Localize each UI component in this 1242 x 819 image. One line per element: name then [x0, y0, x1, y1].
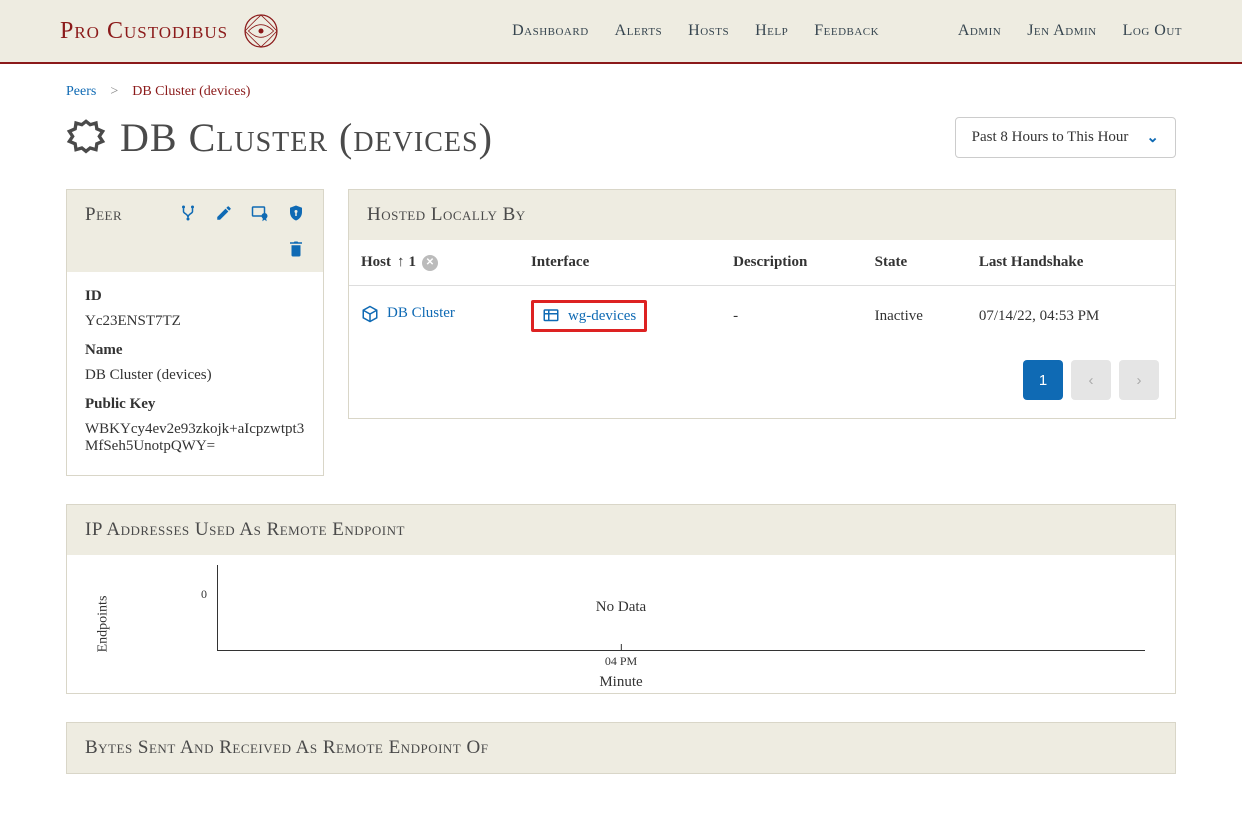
peer-id-label: ID	[85, 288, 305, 305]
nav-admin[interactable]: Admin	[958, 22, 1001, 40]
host-name: DB Cluster	[387, 305, 455, 322]
chart-x-tick: 04 PM	[605, 654, 637, 669]
fork-icon[interactable]	[179, 204, 197, 222]
page-prev-button: ‹	[1071, 360, 1111, 400]
col-interface[interactable]: Interface	[519, 240, 721, 286]
interface-name: wg-devices	[568, 308, 636, 325]
table-row: DB Cluster wg-devices	[349, 286, 1175, 347]
page-next-button: ›	[1119, 360, 1159, 400]
nav-hosts[interactable]: Hosts	[688, 22, 729, 40]
breadcrumb-root[interactable]: Peers	[66, 84, 96, 100]
breadcrumb-current: DB Cluster (devices)	[132, 84, 250, 100]
top-bar: Pro Custodibus Dashboard Alerts Hosts He…	[0, 0, 1242, 64]
hosted-table: Host ↑ 1 ✕ Interface Description State	[349, 240, 1175, 346]
breadcrumb: Peers > DB Cluster (devices)	[66, 84, 1176, 100]
cell-description: -	[721, 286, 862, 347]
col-state[interactable]: State	[863, 240, 967, 286]
host-link[interactable]: DB Cluster	[361, 305, 455, 323]
arrow-up-icon: ↑	[397, 254, 405, 271]
hosted-card: Hosted Locally By Host ↑ 1 ✕	[348, 189, 1176, 419]
pagination: 1 ‹ ›	[349, 346, 1175, 418]
nav-feedback[interactable]: Feedback	[814, 22, 879, 40]
ip-endpoint-chart-header: IP Addresses Used As Remote Endpoint	[67, 505, 1175, 555]
interface-icon	[542, 307, 560, 325]
peer-pubkey-label: Public Key	[85, 396, 305, 413]
peer-header-label: Peer	[85, 204, 122, 226]
nav-secondary: Admin Jen Admin Log Out	[958, 22, 1182, 40]
nav-jen-admin[interactable]: Jen Admin	[1027, 22, 1096, 40]
bytes-chart-card: Bytes Sent And Received As Remote Endpoi…	[66, 722, 1176, 774]
chevron-left-icon: ‹	[1089, 372, 1094, 389]
certificate-icon[interactable]	[251, 204, 269, 222]
chart-xlabel: Minute	[599, 674, 642, 691]
chart-y-tick: 0	[201, 587, 207, 602]
nav-primary: Dashboard Alerts Hosts Help Feedback	[512, 22, 879, 40]
page-title-text: DB Cluster (devices)	[120, 114, 493, 161]
peer-card: Peer ID Yc23ENST7TZ Name DB Cluster (dev…	[66, 189, 324, 476]
cell-handshake: 07/14/22, 04:53 PM	[967, 286, 1175, 347]
bytes-chart-header: Bytes Sent And Received As Remote Endpoi…	[67, 723, 1175, 773]
chevron-right-icon: ›	[1137, 372, 1142, 389]
time-range-label: Past 8 Hours to This Hour	[972, 129, 1129, 146]
col-host-label: Host	[361, 254, 391, 271]
time-range-select[interactable]: Past 8 Hours to This Hour ⌄	[955, 117, 1176, 158]
peer-name-label: Name	[85, 342, 305, 359]
peer-id-value: Yc23ENST7TZ	[85, 313, 305, 330]
col-last-handshake[interactable]: Last Handshake	[967, 240, 1175, 286]
ip-endpoint-chart-card: IP Addresses Used As Remote Endpoint End…	[66, 504, 1176, 694]
nav-logout[interactable]: Log Out	[1123, 22, 1182, 40]
page-1-button[interactable]: 1	[1023, 360, 1063, 400]
trash-icon[interactable]	[287, 240, 305, 258]
col-description[interactable]: Description	[721, 240, 862, 286]
interface-link[interactable]: wg-devices	[542, 307, 636, 325]
brand-logo-icon	[240, 10, 282, 52]
badge-icon	[66, 118, 106, 158]
nav-dashboard[interactable]: Dashboard	[512, 22, 589, 40]
col-host[interactable]: Host ↑ 1 ✕	[349, 240, 519, 286]
cell-state: Inactive	[863, 286, 967, 347]
sort-indicator: ↑ 1	[397, 254, 416, 271]
sort-number: 1	[409, 254, 417, 271]
chart-no-data: No Data	[596, 599, 646, 616]
nav-alerts[interactable]: Alerts	[615, 22, 663, 40]
brand[interactable]: Pro Custodibus	[60, 10, 282, 52]
interface-highlight: wg-devices	[531, 300, 647, 332]
hosted-header: Hosted Locally By	[349, 190, 1175, 240]
clear-sort-icon[interactable]: ✕	[422, 255, 438, 271]
page-title: DB Cluster (devices)	[66, 114, 493, 161]
chevron-down-icon: ⌄	[1146, 128, 1159, 147]
shield-key-icon[interactable]	[287, 204, 305, 222]
chart-axes	[217, 565, 1145, 651]
cube-icon	[361, 305, 379, 323]
edit-icon[interactable]	[215, 204, 233, 222]
chart-ylabel: Endpoints	[95, 596, 111, 653]
brand-text: Pro Custodibus	[60, 18, 228, 45]
breadcrumb-sep: >	[110, 84, 118, 100]
peer-pubkey-value: WBKYcy4ev2e93zkojk+aIcpzwtpt3MfSeh5Unotp…	[85, 421, 305, 455]
peer-name-value: DB Cluster (devices)	[85, 367, 305, 384]
nav-help[interactable]: Help	[755, 22, 788, 40]
ip-endpoint-chart: Endpoints 0 No Data 04 PM Minute	[67, 555, 1175, 693]
